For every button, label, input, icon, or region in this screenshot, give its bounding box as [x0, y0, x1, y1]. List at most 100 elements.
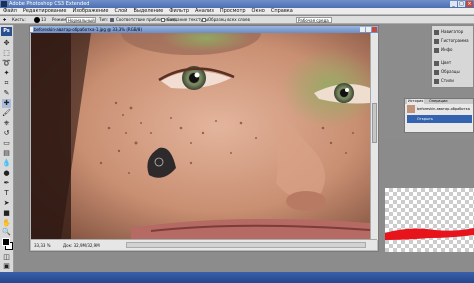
dock-swatches[interactable]: Образцы — [434, 68, 473, 75]
document-window-controls — [360, 27, 377, 32]
navigator-icon — [434, 29, 439, 35]
shape-tool-icon[interactable]: ■ — [2, 209, 11, 218]
dock-info[interactable]: Инфо — [434, 46, 473, 53]
dock-info-label: Инфо — [441, 47, 453, 52]
magic-wand-tool-icon[interactable]: ✦ — [2, 69, 11, 78]
swatches-icon — [434, 69, 439, 75]
brush-label: Кисть: — [12, 17, 26, 22]
secondary-document-canvas[interactable] — [385, 188, 474, 252]
histogram-icon — [434, 38, 439, 44]
history-panel-tabs: История Операции — [405, 99, 473, 104]
history-step-label: Открыть — [417, 117, 433, 121]
zoom-level[interactable]: 33,33 % — [34, 240, 51, 251]
history-step[interactable]: Открыть — [407, 115, 472, 123]
crop-tool-icon[interactable]: ⌗ — [2, 79, 11, 88]
canvas[interactable] — [31, 33, 370, 240]
create-texture-radio[interactable] — [161, 18, 165, 22]
menu-window[interactable]: Окно — [252, 8, 265, 14]
menu-bar: Файл Редактирование Изображение Слой Выд… — [0, 8, 474, 15]
history-snapshot[interactable]: beforeskin-аватар-обработка — [407, 105, 472, 113]
color-icon — [434, 60, 439, 66]
menu-filter[interactable]: Фильтр — [169, 8, 189, 14]
menu-view[interactable]: Просмотр — [220, 8, 246, 14]
os-taskbar — [0, 272, 474, 283]
dock-navigator-label: Навигатор — [441, 29, 464, 34]
close-button[interactable]: × — [466, 1, 473, 7]
maximize-button[interactable]: □ — [458, 1, 465, 7]
toolbox: Ps ✥ ⬚ ➰ ✦ ⌗ ✎ ✚ 🖌 ⎈ ↺ ▭ ▤ 💧 ● ✒ T ➤ ■ ✋… — [0, 25, 14, 272]
pen-tool-icon[interactable]: ✒ — [2, 179, 11, 188]
move-tool-icon[interactable]: ✥ — [2, 39, 11, 48]
clone-stamp-tool-icon[interactable]: ⎈ — [2, 119, 11, 128]
menu-image[interactable]: Изображение — [72, 8, 108, 14]
screen-mode-icon[interactable]: ▣ — [2, 262, 11, 271]
menu-file[interactable]: Файл — [3, 8, 17, 14]
history-panel: История Операции beforeskin-аватар-обраб… — [404, 98, 474, 133]
mode-select[interactable]: Нормальный — [66, 17, 96, 23]
workspace-button[interactable]: Рабочая среда — [296, 17, 332, 23]
status-bar: 33,33 % Док: 32,9M/32,9M — [31, 239, 377, 250]
dock-styles[interactable]: Стили — [434, 77, 473, 84]
doc-close-button[interactable] — [372, 27, 377, 32]
path-selection-tool-icon[interactable]: ➤ — [2, 199, 11, 208]
doc-minimize-button[interactable] — [360, 27, 365, 32]
zoom-tool-icon[interactable]: 🔍 — [2, 228, 11, 237]
dock-swatches-label: Образцы — [441, 69, 460, 74]
healing-brush-tool-icon: ✚ — [3, 17, 7, 22]
snapshot-thumbnail — [407, 105, 415, 113]
photoshop-logo-icon — [1, 1, 7, 7]
minimize-button[interactable]: _ — [450, 1, 457, 7]
history-brush-tool-icon[interactable]: ↺ — [2, 129, 11, 138]
document-window: beforeskin-аватар-обработка-1.jpg @ 33,3… — [29, 25, 379, 252]
marquee-tool-icon[interactable]: ⬚ — [2, 49, 11, 58]
menu-analysis[interactable]: Анализ — [195, 8, 214, 14]
vertical-scrollbar[interactable] — [370, 33, 378, 240]
tab-history[interactable]: История — [407, 99, 425, 104]
hand-tool-icon[interactable]: ✋ — [2, 219, 11, 228]
menu-select[interactable]: Выделение — [133, 8, 163, 14]
dock-histogram-label: Гистограмма — [441, 38, 469, 43]
dock-styles-label: Стили — [441, 78, 454, 83]
type-tool-icon[interactable]: T — [2, 189, 11, 198]
document-title-bar[interactable]: beforeskin-аватар-обработка-1.jpg @ 33,3… — [30, 26, 378, 33]
blur-tool-icon[interactable]: 💧 — [2, 159, 11, 168]
healing-brush-tool-icon[interactable]: ✚ — [2, 99, 11, 108]
doc-maximize-button[interactable] — [366, 27, 371, 32]
styles-icon — [434, 78, 439, 84]
sample-all-layers-label: Образец всех слоев — [208, 17, 250, 22]
vertical-scroll-thumb[interactable] — [372, 103, 377, 143]
horizontal-scrollbar[interactable] — [126, 242, 366, 248]
tab-actions[interactable]: Операции — [429, 99, 448, 104]
menu-help[interactable]: Справка — [271, 8, 293, 14]
menu-layer[interactable]: Слой — [114, 8, 127, 14]
panel-dock: Навигатор Гистограмма Инфо Цвет Образцы … — [431, 25, 474, 88]
brush-preview[interactable] — [34, 17, 40, 23]
type-label: Тип: — [99, 17, 109, 22]
window-controls: _ □ × — [450, 1, 473, 7]
sample-all-layers-checkbox[interactable] — [202, 18, 206, 22]
document-info[interactable]: Док: 32,9M/32,9M — [63, 240, 100, 251]
brush-size[interactable]: 13 — [41, 16, 46, 24]
window-title: Adobe Photoshop CS3 Extended — [9, 1, 90, 7]
brush-tool-icon[interactable]: 🖌 — [2, 109, 11, 118]
dock-histogram[interactable]: Гистограмма — [434, 37, 473, 44]
document-icon — [30, 27, 33, 32]
red-brush-stroke — [385, 228, 474, 240]
dock-navigator[interactable]: Навигатор — [434, 28, 473, 35]
proximity-match-radio[interactable] — [110, 18, 114, 22]
quick-mask-icon[interactable]: ◫ — [2, 253, 11, 262]
menu-edit[interactable]: Редактирование — [23, 8, 67, 14]
dock-color-label: Цвет — [441, 60, 452, 65]
slice-tool-icon[interactable]: ✎ — [2, 89, 11, 98]
gradient-tool-icon[interactable]: ▤ — [2, 149, 11, 158]
lasso-tool-icon[interactable]: ➰ — [2, 59, 11, 68]
info-icon — [434, 47, 439, 53]
dock-color[interactable]: Цвет — [434, 59, 473, 66]
eraser-tool-icon[interactable]: ▭ — [2, 139, 11, 148]
ps-badge-icon: Ps — [1, 27, 12, 36]
foreground-color-swatch[interactable] — [2, 238, 10, 246]
portrait-photo — [31, 33, 370, 240]
title-bar: Adobe Photoshop CS3 Extended _ □ × — [0, 0, 474, 8]
document-title: beforeskin-аватар-обработка-1.jpg @ 33,3… — [34, 27, 143, 32]
dodge-tool-icon[interactable]: ● — [2, 169, 11, 178]
